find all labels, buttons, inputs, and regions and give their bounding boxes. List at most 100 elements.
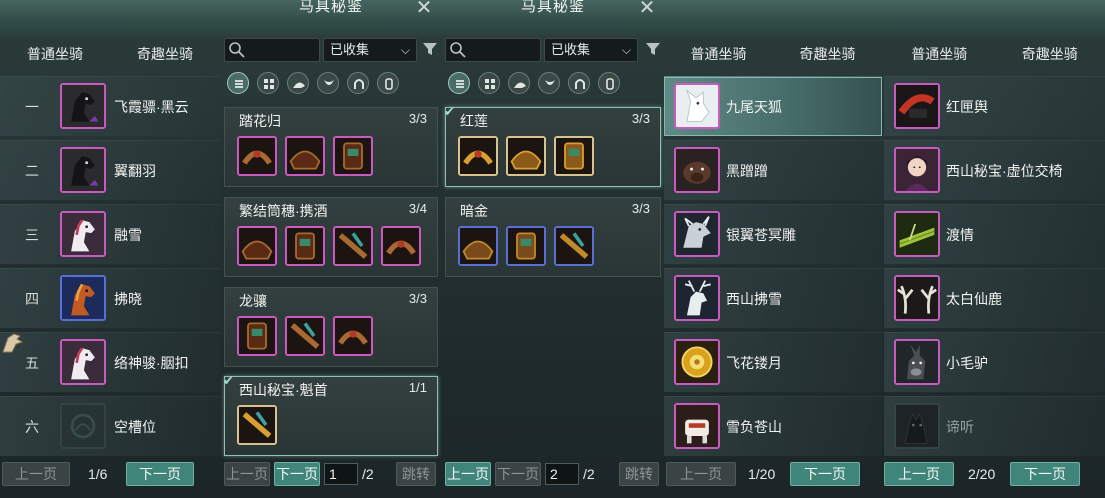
tack-set[interactable]: 踏花归 3/3 xyxy=(224,107,438,187)
mount-row[interactable]: 飞花镂月 xyxy=(664,332,882,392)
mount-row[interactable]: 渡情 xyxy=(884,204,1105,264)
tack-piece-icon[interactable] xyxy=(237,405,277,445)
slot-number: 一 xyxy=(25,99,39,115)
next-page-button[interactable]: 下一页 xyxy=(495,462,541,486)
set-progress: 3/3 xyxy=(408,111,427,126)
mount-row[interactable]: 西山秘宝·虚位交椅 xyxy=(884,140,1105,200)
category-horseshoe-icon[interactable] xyxy=(568,72,590,94)
set-progress: 3/3 xyxy=(631,111,650,126)
tab-quirky-mounts[interactable]: 奇趣坐骑 xyxy=(110,44,220,66)
mount-row[interactable]: 银翼苍冥雕 xyxy=(664,204,882,264)
quirky-mount-panel-2: 普通坐骑 奇趣坐骑 红匣舆 西山秘宝·虚位交椅 渡情 太白仙鹿 小毛驴 谛听 上… xyxy=(884,0,1105,498)
category-shield-icon[interactable] xyxy=(317,72,339,94)
tack-piece-icon[interactable] xyxy=(554,226,594,266)
filter-icon[interactable] xyxy=(422,41,438,57)
tack-piece-icon[interactable] xyxy=(554,136,594,176)
next-page-button[interactable]: 下一页 xyxy=(274,462,320,486)
tack-piece-icon[interactable] xyxy=(237,226,277,266)
tack-set[interactable]: ✔ 西山秘宝·魁首 1/1 xyxy=(223,374,438,456)
search-input[interactable] xyxy=(224,38,320,62)
black-horse-icon xyxy=(60,147,106,193)
next-page-button[interactable]: 下一页 xyxy=(126,462,194,486)
tack-set[interactable]: 繁结筒穗·携酒 3/4 xyxy=(224,197,438,277)
mount-row[interactable]: 雪负苍山 xyxy=(664,396,882,456)
slot-number: 六 xyxy=(25,419,39,435)
mount-row[interactable]: 红匣舆 xyxy=(884,76,1105,136)
page-number-input[interactable] xyxy=(324,463,358,485)
mount-name: 小毛驴 xyxy=(946,355,988,371)
tack-piece-icon[interactable] xyxy=(237,136,277,176)
collection-filter-dropdown[interactable]: 已收集 ⌵ xyxy=(544,38,638,62)
tack-piece-icon[interactable] xyxy=(506,136,546,176)
mount-row[interactable]: 太白仙鹿 xyxy=(884,268,1105,328)
tack-piece-icon[interactable] xyxy=(506,226,546,266)
tab-normal-mounts[interactable]: 普通坐骑 xyxy=(0,44,110,66)
category-bridle-icon[interactable] xyxy=(377,72,399,94)
tack-piece-icon[interactable] xyxy=(333,136,373,176)
tack-piece-icon[interactable] xyxy=(285,136,325,176)
tack-piece-icon[interactable] xyxy=(381,226,421,266)
category-list-view-icon[interactable] xyxy=(227,72,249,94)
mount-name: 翼翻羽 xyxy=(114,163,156,179)
mount-row[interactable]: 一 飞霞骠·黑云 xyxy=(0,76,220,136)
close-icon[interactable]: ✕ xyxy=(637,0,657,18)
mount-row[interactable]: 谛听 xyxy=(884,396,1105,456)
mount-type-tabs: 普通坐骑 奇趣坐骑 xyxy=(664,44,882,66)
white-horse-icon xyxy=(60,339,106,385)
next-page-button[interactable]: 下一页 xyxy=(790,462,860,486)
prev-page-button[interactable]: 上一页 xyxy=(445,462,491,486)
category-bridle-icon[interactable] xyxy=(598,72,620,94)
category-horseshoe-icon[interactable] xyxy=(347,72,369,94)
mount-row[interactable]: 四 拂晓 xyxy=(0,268,220,328)
silver-creature-icon xyxy=(674,211,720,257)
filter-icon[interactable] xyxy=(645,41,661,57)
mount-list-panel: 普通坐骑 奇趣坐骑 一 飞霞骠·黑云二 翼翻羽三 融雪四 拂晓五 络神骏·胭扣六… xyxy=(0,0,220,498)
tack-piece-icon[interactable] xyxy=(285,316,325,356)
prev-page-button[interactable]: 上一页 xyxy=(884,462,954,486)
tack-piece-icon[interactable] xyxy=(333,316,373,356)
page-indicator: 1/20 xyxy=(748,466,776,482)
mount-name: 红匣舆 xyxy=(946,99,988,115)
tab-normal-mounts[interactable]: 普通坐骑 xyxy=(884,44,995,66)
mount-name: 谛听 xyxy=(946,419,974,435)
mount-row[interactable]: 九尾天狐 xyxy=(664,76,882,136)
mount-row[interactable]: 小毛驴 xyxy=(884,332,1105,392)
search-input[interactable] xyxy=(445,38,541,62)
tack-piece-icon[interactable] xyxy=(458,136,498,176)
tack-set[interactable]: ✔ 红莲 3/3 xyxy=(444,105,661,187)
jump-button[interactable]: 跳转 xyxy=(396,462,436,486)
tack-set[interactable]: 龙骧 3/3 xyxy=(224,287,438,367)
prev-page-button[interactable]: 上一页 xyxy=(2,462,70,486)
close-icon[interactable]: ✕ xyxy=(414,0,434,18)
mount-name: 银翼苍冥雕 xyxy=(726,227,796,243)
tab-quirky-mounts[interactable]: 奇趣坐骑 xyxy=(995,44,1105,66)
tack-piece-icon[interactable] xyxy=(285,226,325,266)
tack-piece-icon[interactable] xyxy=(333,226,373,266)
next-page-button[interactable]: 下一页 xyxy=(1010,462,1080,486)
tack-set[interactable]: 暗金 3/3 xyxy=(445,197,661,277)
mount-row[interactable]: 西山拂雪 xyxy=(664,268,882,328)
tab-quirky-mounts[interactable]: 奇趣坐骑 xyxy=(773,44,882,66)
prev-page-button[interactable]: 上一页 xyxy=(224,462,270,486)
category-grid-view-icon[interactable] xyxy=(478,72,500,94)
black-boar-icon xyxy=(674,147,720,193)
mount-row[interactable]: 六 空槽位 xyxy=(0,396,220,456)
tab-normal-mounts[interactable]: 普通坐骑 xyxy=(664,44,773,66)
prev-page-button[interactable]: 上一页 xyxy=(666,462,736,486)
category-list-view-icon[interactable] xyxy=(448,72,470,94)
tack-piece-icon[interactable] xyxy=(237,316,277,356)
category-saddle-icon[interactable] xyxy=(508,72,530,94)
mount-row[interactable]: 三 融雪 xyxy=(0,204,220,264)
mount-row[interactable]: 黑蹭蹭 xyxy=(664,140,882,200)
category-grid-view-icon[interactable] xyxy=(257,72,279,94)
page-number-input[interactable] xyxy=(545,463,579,485)
jump-button[interactable]: 跳转 xyxy=(619,462,659,486)
mount-row[interactable]: 五 络神骏·胭扣 xyxy=(0,332,220,392)
mount-row[interactable]: 二 翼翻羽 xyxy=(0,140,220,200)
horse-head-pointer-icon[interactable] xyxy=(0,330,26,356)
dropdown-value: 已收集 xyxy=(330,42,370,57)
tack-piece-icon[interactable] xyxy=(458,226,498,266)
collection-filter-dropdown[interactable]: 已收集 ⌵ xyxy=(323,38,417,62)
category-shield-icon[interactable] xyxy=(538,72,560,94)
category-saddle-icon[interactable] xyxy=(287,72,309,94)
